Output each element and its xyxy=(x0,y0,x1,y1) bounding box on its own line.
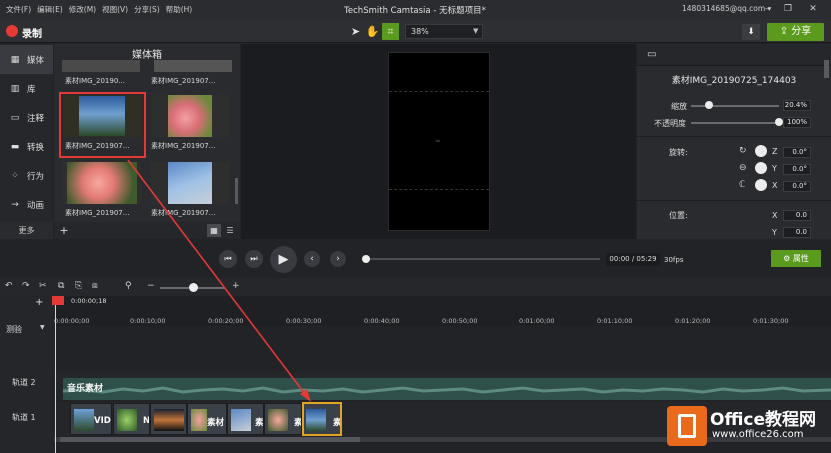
watermark-title: Office教程网 xyxy=(710,410,817,430)
office-logo-icon xyxy=(667,406,707,446)
camtasia-window: 文件(F) 编辑(E) 修改(M) 视图(V) 分享(S) 帮助(H) Tech… xyxy=(0,0,831,453)
watermark-url: www.office26.com xyxy=(712,429,804,440)
annotation-arrow xyxy=(127,159,311,402)
